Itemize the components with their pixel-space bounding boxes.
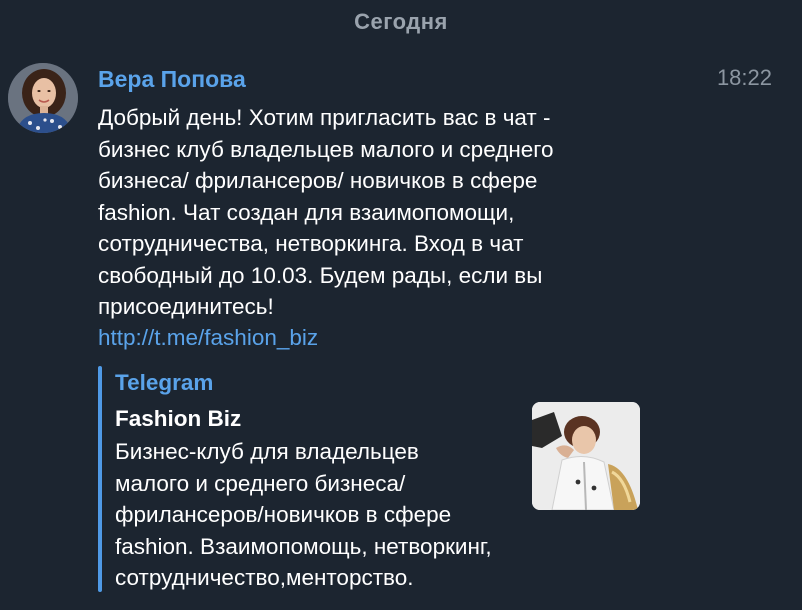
date-separator: Сегодня [354,9,448,34]
preview-title: Fashion Biz [115,406,242,431]
preview-accent-bar [98,366,102,592]
avatar-photo [8,63,78,133]
preview-thumbnail-image [532,402,640,510]
preview-site-name: Telegram [115,370,214,395]
message-link[interactable]: http://t.me/fashion_biz [98,322,318,354]
message-time: 18:22 [716,65,772,90]
avatar[interactable] [8,63,78,133]
link-preview[interactable]: Telegram Fashion Biz Бизнес-клуб для вла… [98,366,658,592]
preview-description: Бизнес-клуб для владельцев малого и сред… [115,439,492,590]
preview-thumbnail[interactable] [532,402,640,510]
message-text: Добрый день! Хотим пригласить вас в чат … [98,105,554,319]
sender-name[interactable]: Вера Попова [98,64,246,94]
